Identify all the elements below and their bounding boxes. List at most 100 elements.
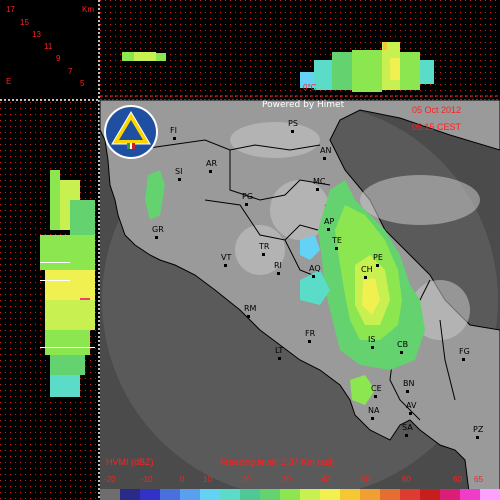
colorbar-tick-label: 60 [453, 475, 462, 484]
height-tick-1: 17 [6, 5, 15, 14]
colorbar-tick-label: 20 [242, 475, 251, 484]
city-label-fr: FR [305, 329, 316, 338]
city-dot-ap [327, 228, 330, 231]
colorbar-swatch [360, 489, 381, 500]
city-dot-gr [155, 236, 158, 239]
colorbar-swatch [300, 489, 321, 500]
colorbar-swatch [280, 489, 301, 500]
height-unit-label: Km [82, 5, 94, 14]
colorbar-swatch [200, 489, 221, 500]
colorbar-swatch [180, 489, 201, 500]
city-dot-is [371, 346, 374, 349]
city-label-vt: VT [221, 253, 232, 262]
colorbar-tick-label: 30 [282, 475, 291, 484]
city-dot-pg [245, 203, 248, 206]
city-label-ps: PS [288, 119, 298, 128]
city-label-cb: CB [397, 340, 409, 349]
colorbar-swatch [340, 489, 361, 500]
colorbar-swatch [100, 489, 121, 500]
city-label-ch: CH [361, 265, 373, 274]
city-dot-rm [247, 315, 250, 318]
city-label-tr: TR [259, 242, 270, 251]
height-tick-7: 5 [80, 79, 85, 88]
colorbar-swatch [380, 489, 401, 500]
colorbar-swatch [140, 489, 161, 500]
city-label-ar: AR [206, 159, 218, 168]
city-label-is: IS [368, 335, 376, 344]
city-label-av: AV [406, 401, 417, 410]
colorbar-swatch [320, 489, 341, 500]
city-label-ce: CE [371, 384, 382, 393]
radar-graphics [0, 0, 500, 500]
colorbar-swatch [440, 489, 461, 500]
city-dot-vt [224, 264, 227, 267]
colorbar-swatch [460, 489, 481, 500]
colorbar-tick-label: 10 [203, 475, 212, 484]
city-label-aq: AQ [309, 264, 321, 273]
colorbar-swatch [480, 489, 500, 500]
city-label-pz: PZ [473, 425, 484, 434]
city-dot-ce [374, 395, 377, 398]
colorbar-tick-label: 60 [402, 475, 411, 484]
city-dot-pz [476, 436, 479, 439]
product-label: HVMI (dBZ) [106, 457, 154, 467]
civil-protection-logo [104, 105, 158, 159]
city-label-pg: PG [242, 192, 254, 201]
city-label-te: TE [332, 236, 342, 245]
city-dot-mc [316, 188, 319, 191]
colorbar-tick-label: -10 [141, 475, 153, 484]
colorbar-swatch [240, 489, 261, 500]
date-label: 05 Oct 2012 [412, 105, 462, 115]
city-label-mc: MC [313, 177, 326, 186]
colorbar-tick-label: 50 [361, 475, 370, 484]
city-label-lt: LT [275, 346, 284, 355]
city-dot-fr [308, 340, 311, 343]
city-dot-fg [462, 358, 465, 361]
colorbar-tick-label: 40 [321, 475, 330, 484]
colorbar-swatch [420, 489, 441, 500]
city-dot-tr [262, 253, 265, 256]
city-dot-aq [312, 275, 315, 278]
city-label-an: AN [320, 146, 332, 155]
city-dot-av [409, 412, 412, 415]
height-tick-2: 15 [20, 18, 29, 27]
city-dot-sa [405, 434, 408, 437]
city-label-fg: FG [459, 347, 470, 356]
city-dot-pe [376, 264, 379, 267]
height-tick-5: 9 [56, 54, 61, 63]
city-dot-fi [173, 137, 176, 140]
city-dot-ar [209, 170, 212, 173]
time-label: 05:15 CEST [412, 122, 462, 132]
city-dot-bn [406, 390, 409, 393]
height-tick-6: 7 [68, 67, 73, 76]
colorbar-tick-label: -20 [104, 475, 116, 484]
city-dot-ri [277, 272, 280, 275]
height-tick-3: 13 [32, 30, 41, 39]
city-label-ap: AP [324, 217, 335, 226]
radar-page: Km 17 15 13 11 9 7 5 E 0°C Powered by Hi… [0, 0, 500, 500]
city-label-bn: BN [403, 379, 415, 388]
height-tick-8: E [6, 77, 12, 86]
city-label-gr: GR [152, 225, 164, 234]
colorbar-swatch [260, 489, 281, 500]
powered-by-label: Powered by Himet [262, 100, 345, 110]
city-dot-si [178, 178, 181, 181]
city-dot-an [323, 157, 326, 160]
city-label-pe: PE [373, 253, 383, 262]
city-dot-ch [364, 276, 367, 279]
colorbar-tick-label: 0 [180, 475, 185, 484]
reflectivity-colorbar [100, 489, 500, 500]
city-label-na: NA [368, 406, 380, 415]
city-dot-ps [291, 130, 294, 133]
city-label-ri: RI [274, 261, 282, 270]
city-label-si: SI [175, 167, 183, 176]
colorbar-swatch [400, 489, 421, 500]
colorbar-tick-label: 65 [474, 475, 483, 484]
freezing-level-marker: 0°C [303, 83, 317, 92]
city-label-fi: FI [170, 126, 177, 135]
colorbar-swatch [160, 489, 181, 500]
city-dot-te [335, 247, 338, 250]
city-label-rm: RM [244, 304, 257, 313]
city-dot-lt [278, 357, 281, 360]
city-dot-cb [400, 351, 403, 354]
